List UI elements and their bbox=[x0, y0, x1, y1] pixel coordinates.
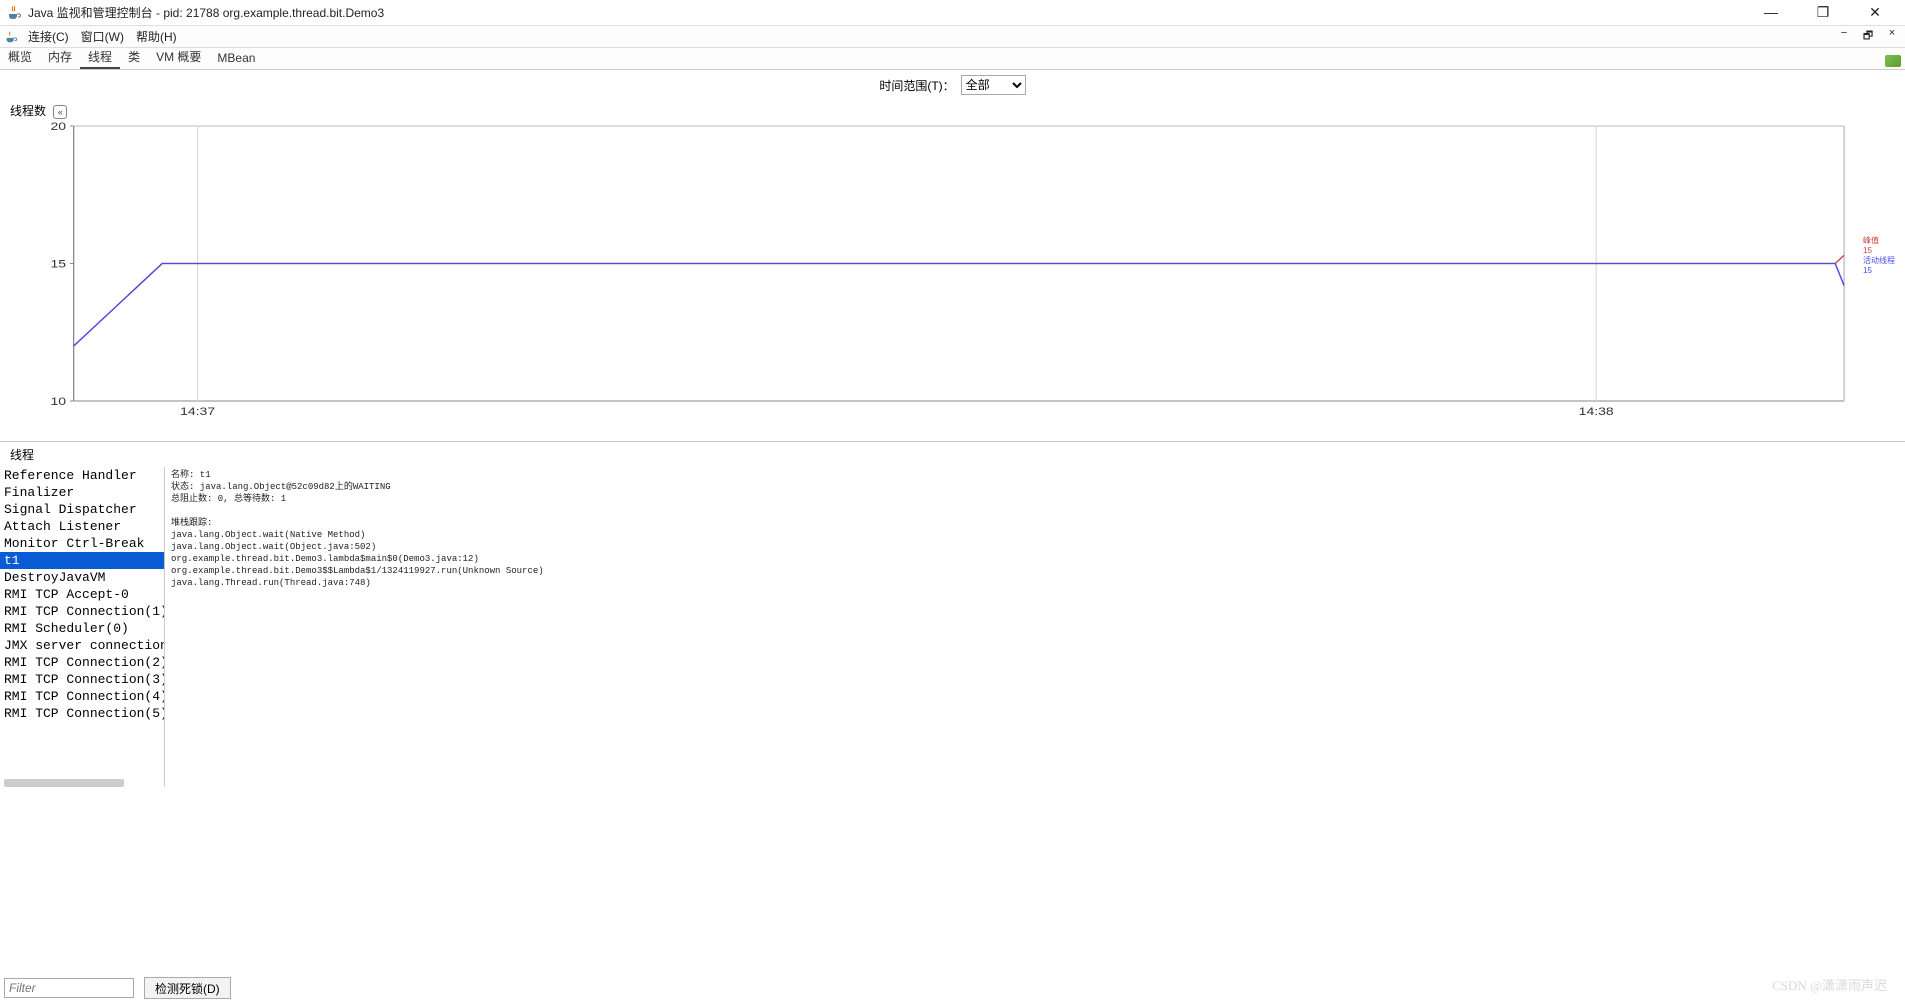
chart-canvas: 10 15 20 14:37 14:38 bbox=[10, 121, 1895, 431]
mdi-controls: − 🗗 × bbox=[1835, 27, 1901, 46]
thread-item[interactable]: RMI Scheduler(0) bbox=[0, 620, 164, 637]
menu-window[interactable]: 窗口(W) bbox=[75, 28, 130, 45]
chart-legend: 峰值15活动线程15 bbox=[1863, 236, 1895, 276]
titlebar: Java 监视和管理控制台 - pid: 21788 org.example.t… bbox=[0, 0, 1905, 26]
connection-status-icon bbox=[1885, 55, 1901, 67]
tab-5[interactable]: MBean bbox=[209, 49, 263, 69]
collapse-icon[interactable]: « bbox=[53, 105, 67, 119]
chart-title-row: 线程数 « bbox=[0, 100, 1905, 121]
thread-panel: Reference HandlerFinalizerSignal Dispatc… bbox=[0, 467, 1905, 787]
thread-item[interactable]: RMI TCP Connection(4)-192 bbox=[0, 688, 164, 705]
svg-text:15: 15 bbox=[50, 258, 66, 270]
chart-title: 线程数 bbox=[10, 104, 46, 118]
thread-chart: 10 15 20 14:37 14:38 峰值15活动线程15 bbox=[10, 121, 1895, 431]
close-button[interactable]: ✕ bbox=[1857, 4, 1893, 21]
thread-item[interactable]: Attach Listener bbox=[0, 518, 164, 535]
thread-item[interactable]: JMX server connection tim bbox=[0, 637, 164, 654]
window-title: Java 监视和管理控制台 - pid: 21788 org.example.t… bbox=[28, 4, 1753, 21]
svg-text:14:37: 14:37 bbox=[180, 405, 215, 417]
thread-item[interactable]: Monitor Ctrl-Break bbox=[0, 535, 164, 552]
time-range-select[interactable]: 全部 bbox=[961, 75, 1026, 95]
time-range-label: 时间范围(T)： bbox=[879, 77, 954, 94]
tab-1[interactable]: 内存 bbox=[40, 46, 80, 69]
time-range-bar: 时间范围(T)： 全部 bbox=[0, 70, 1905, 100]
thread-list[interactable]: Reference HandlerFinalizerSignal Dispatc… bbox=[0, 467, 165, 787]
tab-4[interactable]: VM 概要 bbox=[148, 46, 209, 69]
tabbar: 概览内存线程类VM 概要MBean bbox=[0, 48, 1905, 70]
thread-detail: 名称: t1 状态: java.lang.Object@52c09d82上的WA… bbox=[165, 467, 1905, 787]
svg-text:10: 10 bbox=[50, 395, 66, 407]
tab-2[interactable]: 线程 bbox=[80, 46, 120, 69]
detect-deadlock-button[interactable]: 检测死锁(D) bbox=[144, 977, 231, 999]
threads-section-label: 线程 bbox=[0, 441, 1905, 467]
filter-input[interactable] bbox=[4, 978, 134, 998]
bottom-bar: 检测死锁(D) bbox=[0, 976, 1905, 1000]
thread-item[interactable]: RMI TCP Connection(2)-192 bbox=[0, 654, 164, 671]
menu-connect[interactable]: 连接(C) bbox=[22, 28, 75, 45]
thread-item[interactable]: DestroyJavaVM bbox=[0, 569, 164, 586]
tab-0[interactable]: 概览 bbox=[0, 46, 40, 69]
window-controls: — ❐ ✕ bbox=[1753, 4, 1899, 21]
thread-item[interactable]: RMI TCP Connection(1)-192 bbox=[0, 603, 164, 620]
svg-text:14:38: 14:38 bbox=[1579, 405, 1614, 417]
mdi-close[interactable]: × bbox=[1883, 27, 1901, 46]
java-icon bbox=[6, 5, 22, 21]
java-icon bbox=[4, 30, 18, 44]
menubar: 连接(C) 窗口(W) 帮助(H) − 🗗 × bbox=[0, 26, 1905, 48]
maximize-button[interactable]: ❐ bbox=[1805, 4, 1841, 21]
thread-item[interactable]: RMI TCP Connection(5)-192 bbox=[0, 705, 164, 722]
mdi-restore[interactable]: 🗗 bbox=[1859, 27, 1877, 46]
thread-item[interactable]: RMI TCP Accept-0 bbox=[0, 586, 164, 603]
menu-help[interactable]: 帮助(H) bbox=[130, 28, 183, 45]
tab-3[interactable]: 类 bbox=[120, 46, 148, 69]
watermark: CSDN @潇潇雨声迟 bbox=[1772, 975, 1887, 994]
thread-item[interactable]: RMI TCP Connection(3)-192 bbox=[0, 671, 164, 688]
thread-item[interactable]: t1 bbox=[0, 552, 164, 569]
svg-text:20: 20 bbox=[50, 121, 66, 133]
mdi-minimize[interactable]: − bbox=[1835, 27, 1853, 46]
minimize-button[interactable]: — bbox=[1753, 4, 1789, 21]
thread-item[interactable]: Reference Handler bbox=[0, 467, 164, 484]
thread-item[interactable]: Signal Dispatcher bbox=[0, 501, 164, 518]
horizontal-scrollbar[interactable] bbox=[4, 779, 124, 787]
thread-item[interactable]: Finalizer bbox=[0, 484, 164, 501]
